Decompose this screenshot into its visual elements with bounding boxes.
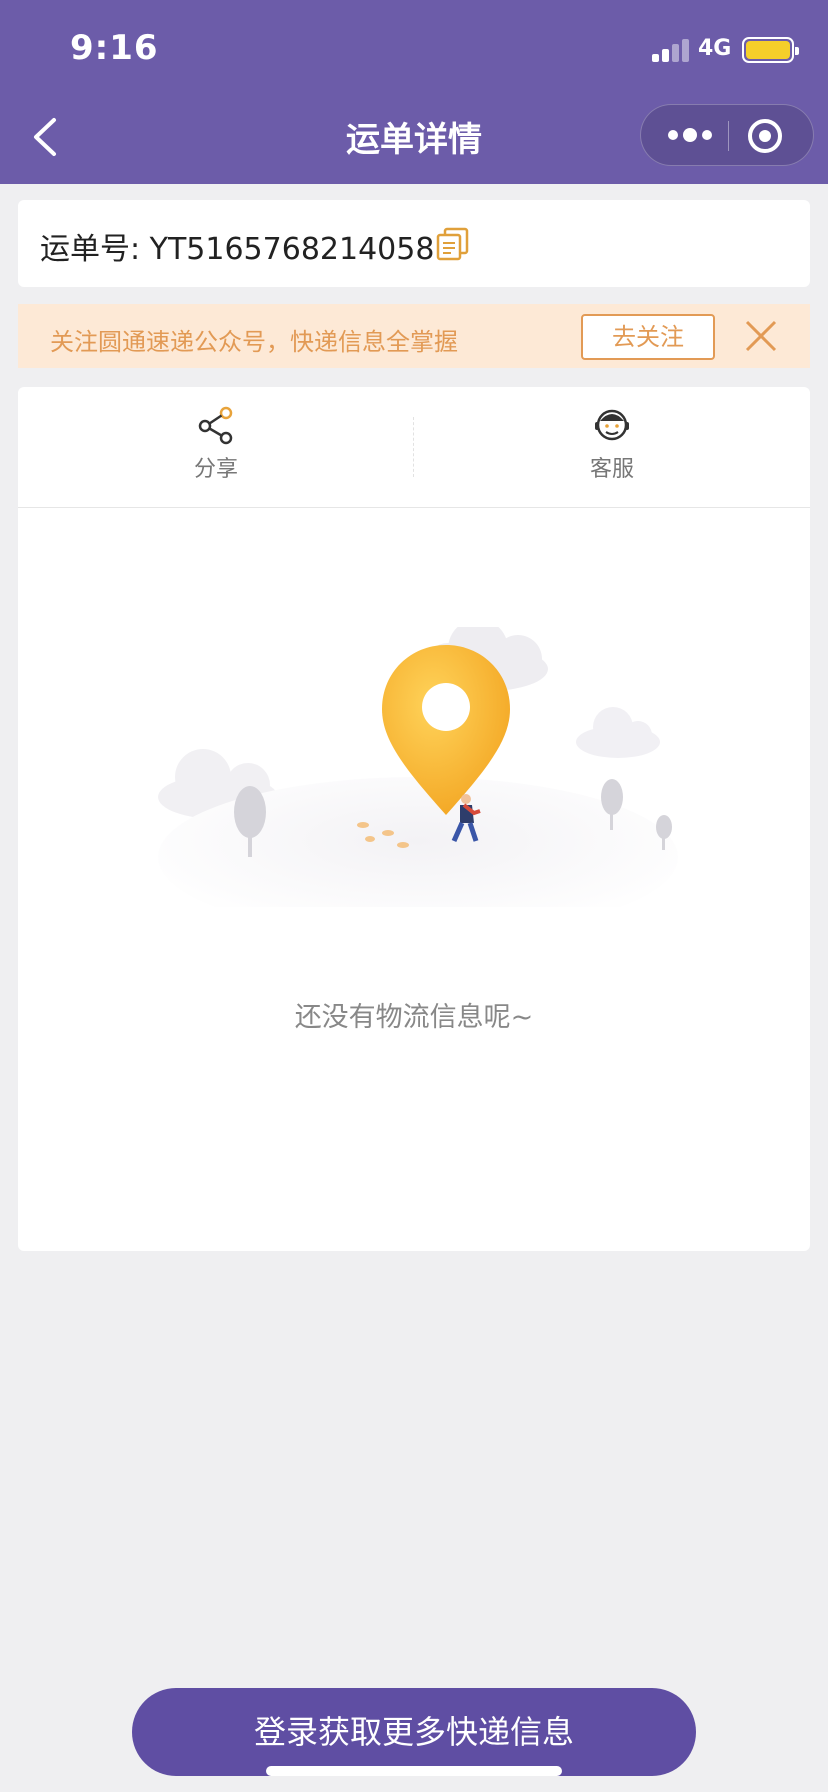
follow-button[interactable]: 去关注	[581, 314, 715, 360]
share-label: 分享	[193, 457, 238, 482]
banner-close-button[interactable]	[744, 319, 778, 353]
close-icon	[745, 320, 777, 352]
share-button[interactable]: 分享	[116, 405, 316, 495]
capsule-menu	[640, 104, 814, 166]
signal-icon	[652, 38, 690, 62]
network-type: 4G	[698, 36, 732, 61]
share-icon	[198, 406, 233, 445]
target-circle-icon	[748, 119, 782, 153]
customer-service-button[interactable]: 客服	[512, 405, 712, 495]
close-miniprogram-button[interactable]	[745, 117, 785, 155]
empty-state-message: 还没有物流信息呢~	[294, 1002, 534, 1033]
nav-header: 9:16 4G 运单详情	[0, 0, 828, 184]
waybill-card: 运单号: YT5165768214058	[18, 200, 810, 287]
logistics-card: 分享 客服 还没有物流信息呢~	[18, 387, 810, 1251]
more-dots-icon	[668, 128, 712, 142]
status-time: 9:16	[70, 28, 159, 68]
copy-button[interactable]	[435, 226, 471, 262]
more-button[interactable]	[661, 119, 719, 151]
location-pin-illustration	[148, 619, 688, 937]
home-indicator	[266, 1766, 562, 1776]
waybill-number: 运单号: YT5165768214058	[40, 232, 435, 267]
customer-service-icon	[595, 409, 629, 441]
battery-icon	[742, 37, 799, 63]
customer-service-label: 客服	[589, 457, 634, 482]
banner-text: 关注圆通速递公众号，快递信息全掌握	[50, 328, 458, 356]
follow-banner: 关注圆通速递公众号，快递信息全掌握 去关注	[18, 304, 810, 368]
login-button[interactable]: 登录获取更多快递信息	[132, 1688, 696, 1776]
copy-icon	[436, 227, 469, 261]
